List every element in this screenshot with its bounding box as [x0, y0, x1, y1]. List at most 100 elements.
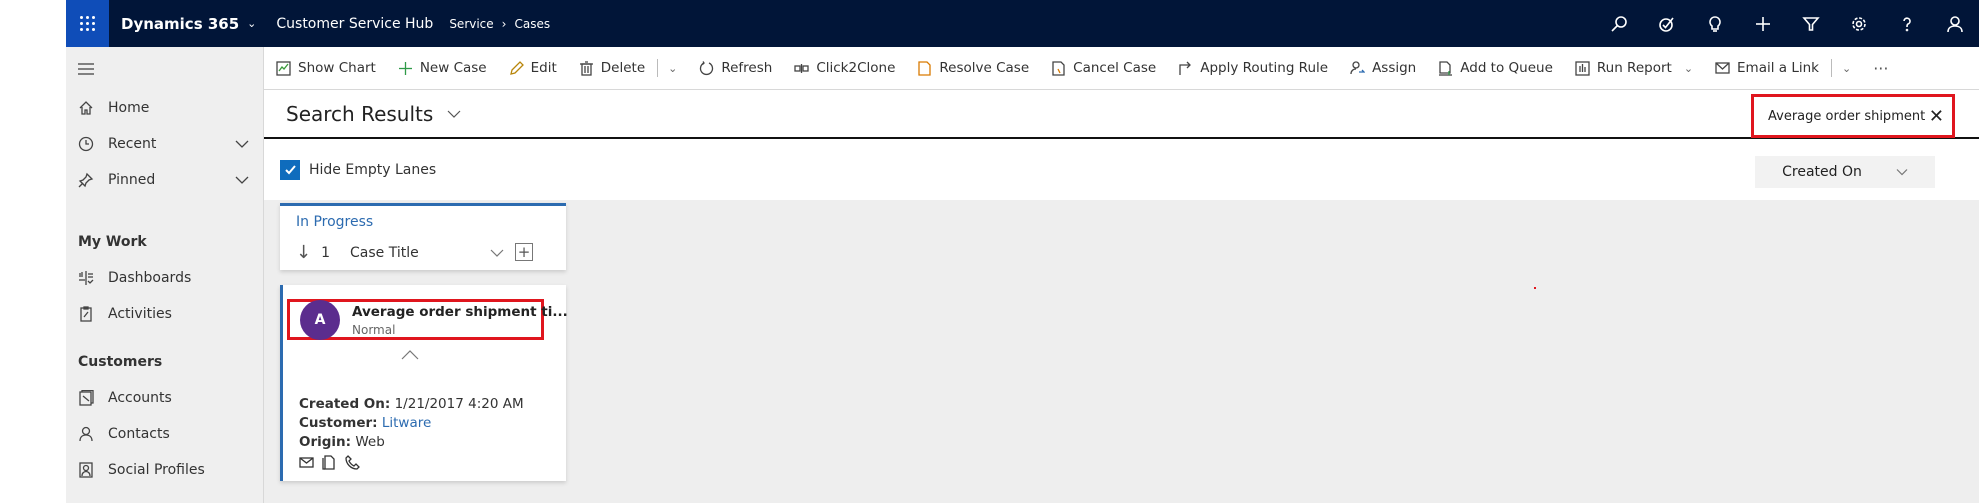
add-to-queue-button[interactable]: Add to Queue: [1438, 60, 1553, 76]
report-icon: [1575, 60, 1590, 76]
checkmark-icon: [284, 165, 296, 175]
chevron-down-icon[interactable]: [235, 137, 249, 151]
customer-field: Customer: Litware: [299, 414, 524, 433]
add-card-button[interactable]: +: [515, 243, 533, 261]
sort-descending-icon[interactable]: ↓: [296, 242, 311, 263]
plus-icon: [398, 61, 412, 75]
refresh-button[interactable]: Refresh: [699, 60, 772, 76]
chevron-down-icon[interactable]: [235, 173, 249, 187]
sidebar-item-social-profiles[interactable]: Social Profiles: [66, 452, 263, 488]
card-priority: Normal: [352, 323, 396, 337]
search-icon: [1611, 15, 1627, 32]
sidebar-group-customers: Customers: [78, 354, 163, 370]
app-launcher-button[interactable]: [66, 0, 109, 47]
help-button[interactable]: [1883, 0, 1931, 47]
sidebar-item-label: Contacts: [108, 426, 170, 442]
card-title[interactable]: Average order shipment ti...: [352, 304, 568, 320]
contact-icon: [79, 426, 93, 442]
add-to-queue-label: Add to Queue: [1460, 60, 1553, 76]
sidebar-item-contacts[interactable]: Contacts: [66, 416, 263, 452]
advanced-find-button[interactable]: [1787, 0, 1835, 47]
hide-empty-lanes-label[interactable]: Hide Empty Lanes: [309, 162, 436, 178]
app-name[interactable]: Customer Service Hub: [276, 16, 433, 32]
sort-by-dropdown[interactable]: Created On: [1755, 156, 1935, 188]
sidebar-item-home[interactable]: Home: [66, 90, 263, 126]
kanban-options-row: Hide Empty Lanes Created On: [264, 139, 1979, 200]
pin-icon: [78, 172, 94, 188]
apply-routing-rule-button[interactable]: Apply Routing Rule: [1178, 60, 1328, 76]
cancel-case-icon: [1052, 60, 1065, 76]
new-button[interactable]: [1739, 0, 1787, 47]
phone-icon[interactable]: [345, 455, 360, 470]
new-case-button[interactable]: New Case: [398, 60, 487, 76]
routing-icon: [1179, 61, 1192, 75]
run-report-button[interactable]: Run Report ⌄: [1575, 60, 1693, 76]
chevron-up-icon[interactable]: [401, 349, 419, 361]
sidebar-item-pinned[interactable]: Pinned: [66, 162, 263, 198]
ideas-button[interactable]: [1691, 0, 1739, 47]
more-delete-options-chevron-icon[interactable]: ⌄: [668, 62, 677, 75]
divider: [1831, 59, 1832, 77]
sidebar-item-recent[interactable]: Recent: [66, 126, 263, 162]
lane-sort-field: Case Title: [350, 244, 419, 261]
sidebar-item-dashboards[interactable]: Dashboards: [66, 260, 263, 296]
breadcrumb-service[interactable]: Service: [449, 17, 493, 31]
sidebar-item-activities[interactable]: Activities: [66, 296, 263, 332]
click2clone-button[interactable]: Click2Clone: [794, 60, 895, 76]
hide-empty-lanes-checkbox[interactable]: [280, 159, 300, 180]
resolve-case-button[interactable]: Resolve Case: [917, 60, 1029, 76]
more-commands-button[interactable]: ···: [1873, 59, 1888, 78]
settings-button[interactable]: [1835, 0, 1883, 47]
view-title[interactable]: Search Results: [286, 102, 433, 126]
delete-button[interactable]: Delete: [579, 60, 645, 76]
chevron-down-icon[interactable]: [447, 107, 461, 121]
resolve-case-label: Resolve Case: [939, 60, 1030, 76]
stray-marker: [1534, 287, 1536, 289]
refresh-icon: [700, 60, 714, 75]
user-profile-button[interactable]: [1931, 0, 1979, 47]
email-link-button[interactable]: Email a Link: [1715, 60, 1819, 76]
email-icon[interactable]: [299, 455, 314, 470]
search-value: Average order shipment: [1768, 108, 1926, 124]
breadcrumb-cases[interactable]: Cases: [514, 17, 550, 31]
lane-count: 1: [321, 244, 331, 261]
social-profile-icon: [79, 462, 93, 478]
edit-label: Edit: [530, 60, 557, 76]
field-value: Web: [355, 434, 385, 450]
view-header: Search Results Average order shipment ✕: [264, 90, 1979, 139]
help-icon: [1903, 16, 1911, 31]
chevron-down-icon[interactable]: [490, 246, 504, 260]
show-chart-button[interactable]: Show Chart: [276, 60, 376, 76]
created-on-field: Created On: 1/21/2017 4:20 AM: [299, 395, 524, 414]
document-icon[interactable]: [322, 455, 337, 470]
chevron-down-icon[interactable]: ⌄: [1684, 62, 1693, 75]
sidebar-item-label: Home: [108, 100, 150, 116]
dashboard-icon: [79, 271, 94, 285]
chart-icon: [276, 60, 291, 76]
clear-search-icon[interactable]: ✕: [1929, 106, 1944, 127]
card-header[interactable]: A Average order shipment ti... Normal: [287, 299, 568, 340]
chevron-down-icon[interactable]: ⌄: [247, 17, 256, 30]
assign-button[interactable]: Assign: [1350, 60, 1416, 76]
customer-link[interactable]: Litware: [382, 415, 431, 431]
search-button[interactable]: [1595, 0, 1643, 47]
pencil-icon: [509, 60, 524, 75]
sidebar-toggle-button[interactable]: [66, 47, 263, 90]
kanban-board: In Progress ↓ 1 Case Title + A Average o…: [264, 200, 1979, 503]
delete-label: Delete: [600, 60, 646, 76]
brand-name[interactable]: Dynamics 365: [121, 15, 239, 33]
sidebar-item-accounts[interactable]: Accounts: [66, 380, 263, 416]
task-flow-button[interactable]: [1643, 0, 1691, 47]
search-input[interactable]: Average order shipment ✕: [1751, 94, 1955, 138]
click2clone-label: Click2Clone: [816, 60, 896, 76]
edit-button[interactable]: Edit: [509, 60, 557, 76]
cancel-case-button[interactable]: Cancel Case: [1051, 60, 1156, 76]
plus-icon: [1756, 16, 1770, 31]
command-bar: Show Chart New Case Edit Delete ⌄ Refres…: [264, 47, 1979, 90]
sidebar-item-label: Recent: [108, 136, 157, 152]
sidebar-group-my-work: My Work: [78, 234, 147, 250]
field-value: 1/21/2017 4:20 AM: [394, 396, 524, 412]
more-email-options-chevron-icon[interactable]: ⌄: [1842, 62, 1851, 75]
case-card[interactable]: A Average order shipment ti... Normal Cr…: [280, 285, 568, 481]
lane-sort-control[interactable]: ↓ 1 Case Title: [296, 242, 419, 263]
